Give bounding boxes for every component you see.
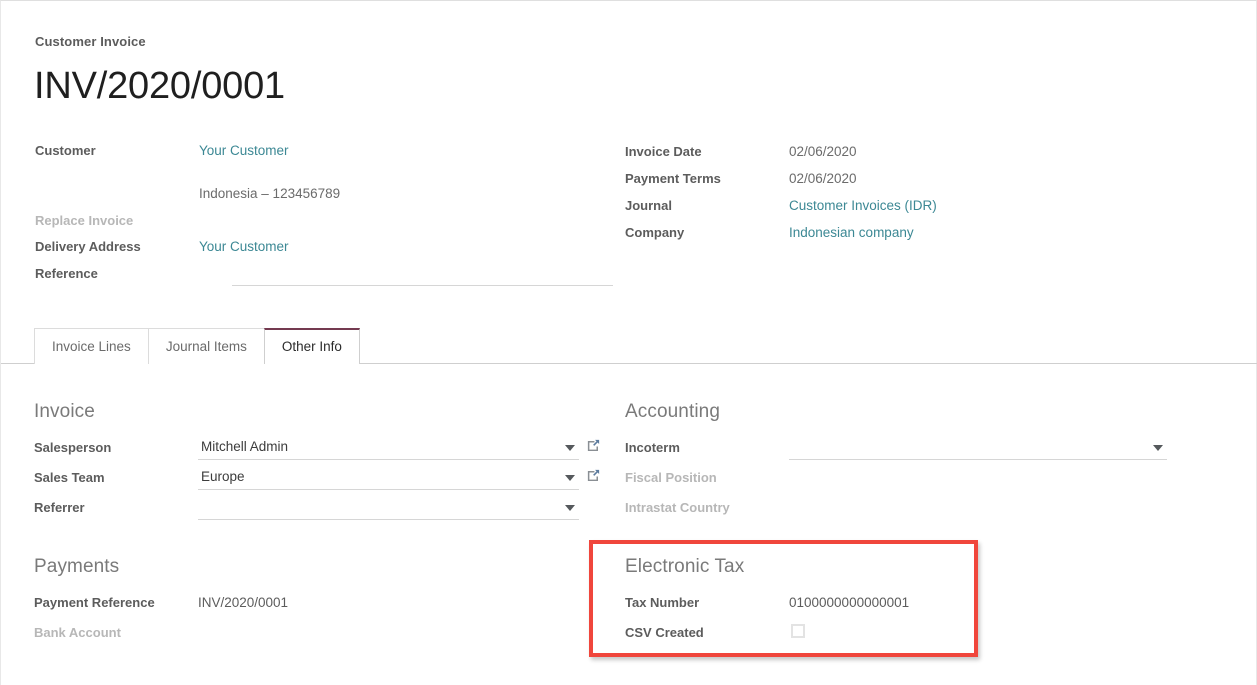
incoterm-label: Incoterm (625, 440, 680, 455)
delivery-address-value-link[interactable]: Your Customer (199, 239, 289, 254)
external-link-icon (586, 438, 601, 453)
invoice-date-label: Invoice Date (625, 144, 789, 159)
referrer-label: Referrer (34, 500, 85, 515)
payments-section: Payments Payment Reference INV/2020/0001… (34, 556, 594, 649)
journal-label: Journal (625, 198, 789, 213)
field-payment-terms: Payment Terms 02/06/2020 (625, 171, 1085, 198)
payment-terms-label: Payment Terms (625, 171, 789, 186)
payment-reference-label: Payment Reference (34, 595, 155, 610)
salesperson-value: Mitchell Admin (198, 436, 579, 458)
incoterm-input[interactable] (789, 436, 1167, 460)
field-fiscal-position: Fiscal Position (625, 464, 1185, 494)
salesperson-label: Salesperson (34, 440, 111, 455)
tabs-container: Invoice LinesJournal ItemsOther Info (34, 328, 359, 364)
company-value-link[interactable]: Indonesian company (789, 225, 914, 240)
page-title: INV/2020/0001 (34, 63, 285, 109)
field-customer: Customer Your Customer (35, 143, 289, 167)
tab-journal-items[interactable]: Journal Items (148, 328, 265, 364)
customer-label: Customer (35, 143, 199, 158)
field-salesperson: Salesperson Mitchell Admin (34, 434, 594, 464)
reference-label: Reference (35, 266, 199, 281)
field-intrastat-country: Intrastat Country (625, 494, 1185, 524)
field-referrer: Referrer (34, 494, 594, 524)
accounting-fields-list: Incoterm Fiscal Position Intrastat Country (625, 434, 1185, 524)
intrastat-country-label: Intrastat Country (625, 500, 730, 515)
delivery-address-label: Delivery Address (35, 239, 199, 254)
chevron-down-icon[interactable] (565, 475, 575, 481)
fiscal-position-label: Fiscal Position (625, 470, 717, 485)
payments-section-title: Payments (34, 556, 594, 578)
tab-invoice-lines[interactable]: Invoice Lines (34, 328, 149, 364)
tab-bar: Invoice LinesJournal ItemsOther Info (1, 328, 1257, 364)
sales-team-value: Europe (198, 466, 579, 488)
payment-terms-value[interactable]: 02/06/2020 (789, 171, 857, 186)
journal-value-link[interactable]: Customer Invoices (IDR) (789, 198, 937, 213)
electronic-tax-section: Electronic Tax Tax Number 01000000000000… (625, 556, 965, 649)
invoice-date-value[interactable]: 02/06/2020 (789, 144, 857, 159)
internal-link-button[interactable] (586, 468, 601, 483)
accounting-section: Accounting Incoterm Fiscal Position Intras… (625, 401, 1185, 524)
payment-reference-value[interactable]: INV/2020/0001 (198, 595, 288, 610)
accounting-section-title: Accounting (625, 401, 1185, 423)
csv-created-label: CSV Created (625, 625, 704, 640)
chevron-down-icon[interactable] (565, 505, 575, 511)
field-bank-account: Bank Account (34, 619, 594, 649)
invoice-meta-field-group: Invoice Date 02/06/2020 Payment Terms 02… (625, 144, 1085, 252)
field-delivery-address: Delivery Address Your Customer (35, 239, 289, 263)
field-csv-created: CSV Created (625, 619, 965, 649)
chevron-down-icon[interactable] (565, 445, 575, 451)
salesperson-dropdown[interactable]: Mitchell Admin (198, 436, 579, 460)
tab-other-info[interactable]: Other Info (264, 328, 360, 364)
tax-number-label: Tax Number (625, 595, 699, 610)
chevron-down-icon[interactable] (1153, 445, 1163, 451)
field-payment-reference: Payment Reference INV/2020/0001 (34, 589, 594, 619)
tax-number-value[interactable]: 0100000000000001 (789, 595, 909, 610)
field-tax-number: Tax Number 0100000000000001 (625, 589, 965, 619)
electronic-tax-section-title: Electronic Tax (625, 556, 965, 578)
sales-team-dropdown[interactable]: Europe (198, 466, 579, 490)
csv-created-checkbox[interactable] (791, 624, 805, 638)
referrer-dropdown[interactable] (198, 496, 579, 520)
field-invoice-date: Invoice Date 02/06/2020 (625, 144, 1085, 171)
invoice-fields-list: Salesperson Mitchell Admin Sales Team Europ… (34, 434, 594, 524)
breadcrumb[interactable]: Customer Invoice (35, 34, 146, 49)
field-replace-invoice: Replace Invoice (35, 213, 199, 237)
field-journal: Journal Customer Invoices (IDR) (625, 198, 1085, 225)
invoice-section-title: Invoice (34, 401, 594, 423)
customer-address-value: Indonesia – 123456789 (199, 186, 340, 201)
invoice-section: Invoice Salesperson Mitchell Admin Sales T… (34, 401, 594, 524)
invoice-form-page: Customer Invoice INV/2020/0001 Customer … (0, 0, 1257, 685)
fiscal-position-input[interactable] (789, 466, 1167, 490)
intrastat-country-input[interactable] (789, 496, 1167, 520)
electronic-tax-highlight-box: Electronic Tax Tax Number 01000000000000… (589, 540, 978, 657)
field-company: Company Indonesian company (625, 225, 1085, 252)
field-sales-team: Sales Team Europe (34, 464, 594, 494)
customer-value-link[interactable]: Your Customer (199, 143, 289, 158)
replace-invoice-label: Replace Invoice (35, 213, 199, 228)
field-incoterm: Incoterm (625, 434, 1185, 464)
external-link-icon (586, 468, 601, 483)
company-label: Company (625, 225, 789, 240)
reference-input[interactable] (232, 266, 613, 286)
field-reference: Reference (35, 266, 199, 290)
internal-link-button[interactable] (586, 438, 601, 453)
sales-team-label: Sales Team (34, 470, 105, 485)
bank-account-label: Bank Account (34, 625, 121, 640)
